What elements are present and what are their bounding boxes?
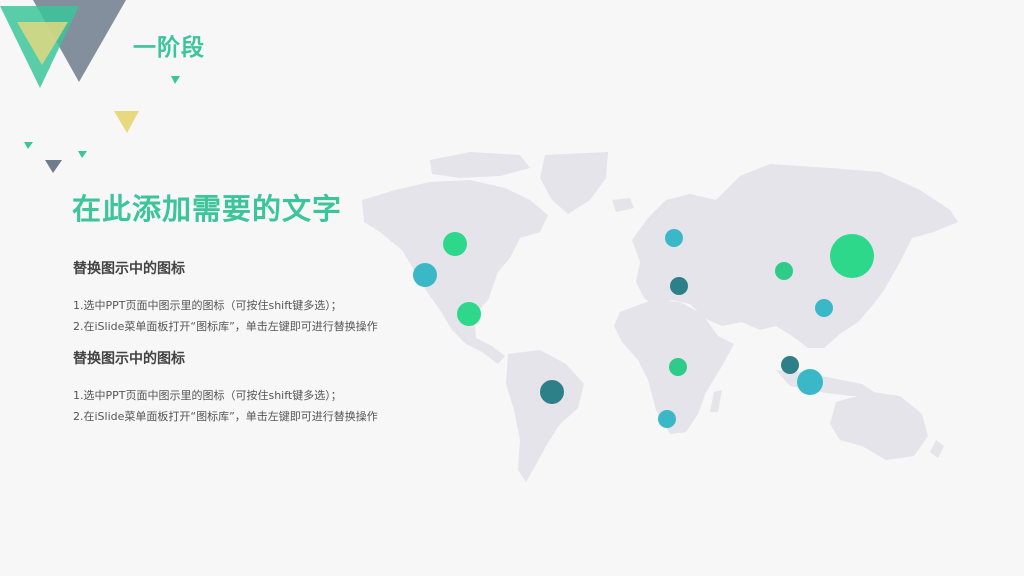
section-1-line-1: 1.选中PPT页面中图示里的图标（可按住shift键多选）；: [73, 299, 342, 312]
map-marker: [540, 380, 564, 404]
page-heading: 一阶段: [133, 35, 205, 61]
australia: [830, 392, 928, 460]
tiny-green-triangle: [24, 142, 33, 149]
small-slate-triangle: [45, 160, 62, 173]
tiny-green-triangle-2: [78, 151, 87, 158]
map-marker: [815, 299, 833, 317]
map-marker: [665, 229, 683, 247]
main-title: 在此添加需要的文字: [72, 192, 343, 226]
small-green-triangle: [171, 76, 180, 84]
world-map: [362, 152, 958, 482]
greenland: [540, 152, 608, 214]
map-marker: [781, 356, 799, 374]
map-marker: [797, 369, 823, 395]
section-1-line-2: 2.在iSlide菜单面板打开“图标库”，单击左键即可进行替换操作: [73, 320, 378, 333]
map-marker: [413, 263, 437, 287]
south-america: [506, 350, 584, 482]
map-marker: [830, 234, 874, 278]
map-marker: [658, 410, 676, 428]
indonesia: [776, 370, 880, 396]
new-zealand: [930, 440, 944, 458]
map-marker: [443, 232, 467, 256]
madagascar: [710, 390, 722, 412]
section-1-subtitle: 替换图示中的图标: [73, 261, 185, 277]
north-america: [362, 180, 548, 364]
map-marker: [669, 358, 687, 376]
section-2-line-2: 2.在iSlide菜单面板打开“图标库”，单击左键即可进行替换操作: [73, 410, 378, 423]
section-2-subtitle: 替换图示中的图标: [73, 351, 185, 367]
map-marker: [457, 302, 481, 326]
map-marker: [775, 262, 793, 280]
map-marker: [670, 277, 688, 295]
section-2-line-1: 1.选中PPT页面中图示里的图标（可按住shift键多选）；: [73, 389, 342, 402]
small-yellow-triangle: [114, 111, 139, 133]
arctic-islands: [430, 152, 530, 178]
iceland: [612, 198, 634, 212]
continents: [362, 152, 958, 482]
